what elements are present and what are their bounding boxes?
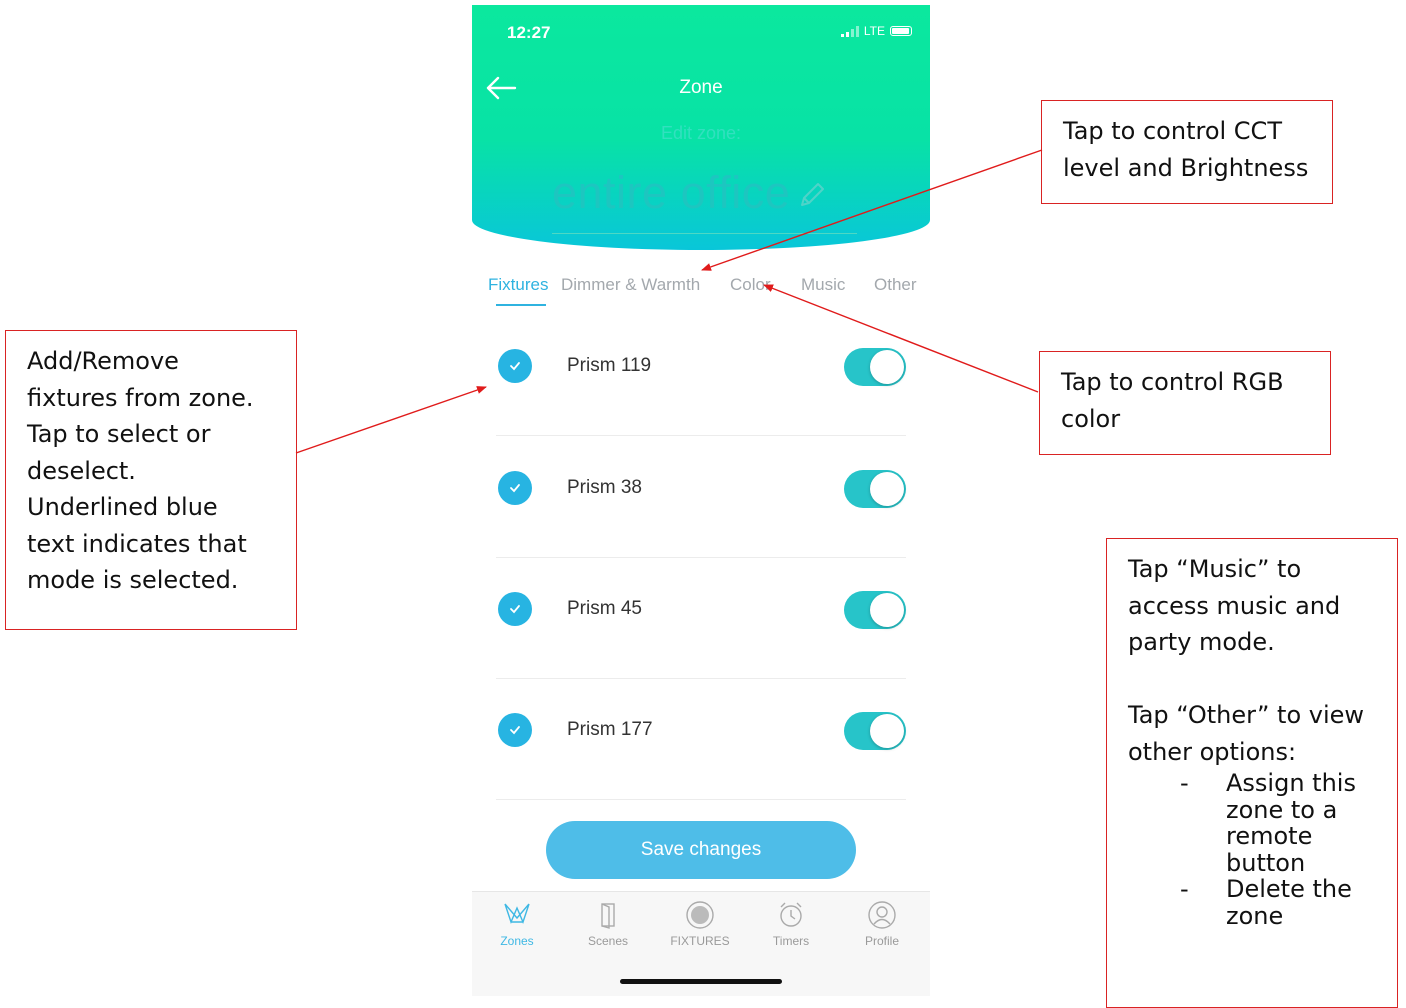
checkmark-icon <box>510 484 520 493</box>
network-type: LTE <box>863 24 885 38</box>
status-indicators: LTE <box>840 24 912 38</box>
nav-item-scenes[interactable]: Scenes <box>568 900 648 948</box>
zone-name-field[interactable]: entire office <box>552 167 852 219</box>
callout-fixtures-help: Add/Remove fixtures from zone. Tap to se… <box>5 330 297 630</box>
callout-line: level and Brightness <box>1063 153 1309 182</box>
zone-name[interactable]: entire office <box>552 167 790 219</box>
callout-line: color <box>1061 404 1121 433</box>
door-icon <box>601 903 615 929</box>
row-divider <box>496 799 906 800</box>
fixture-toggle[interactable] <box>844 591 906 629</box>
nav-label: Timers <box>772 934 810 948</box>
active-tab-underline <box>496 304 546 306</box>
callout-cct: Tap to control CCT level and Brightness <box>1041 100 1333 204</box>
zones-icon <box>504 903 530 924</box>
tab-other[interactable]: Other <box>874 275 917 295</box>
fixture-disc-icon <box>686 901 714 929</box>
fixture-row: Prism 177 <box>496 679 906 800</box>
callout-line: Underlined blue <box>27 493 218 521</box>
fixture-name: Prism 177 <box>567 719 653 740</box>
mode-tabs: Fixtures Dimmer & Warmth Color Music Oth… <box>472 275 930 311</box>
alarm-clock-icon <box>780 902 802 927</box>
callout-line: Tap “Music” to <box>1128 555 1302 583</box>
nav-label: FIXTURES <box>670 934 730 948</box>
nav-label: Scenes <box>587 934 629 948</box>
option-bullet: Assign this zone to a remote button <box>1128 770 1397 876</box>
callout-line: party mode. <box>1128 628 1275 656</box>
fixture-name: Prism 119 <box>567 355 652 376</box>
nav-label: Profile <box>864 934 899 948</box>
fixture-checkbox[interactable] <box>498 713 532 747</box>
tab-fixtures[interactable]: Fixtures <box>488 275 548 295</box>
status-time: 12:27 <box>507 23 551 42</box>
home-indicator <box>620 979 782 984</box>
tab-dimmer-warmth[interactable]: Dimmer & Warmth <box>561 275 700 295</box>
fixture-row: Prism 38 <box>496 437 906 558</box>
fixture-checkbox[interactable] <box>498 349 532 383</box>
phone-screen: 12:27 LTE Zone Edit zone: entire office … <box>472 5 930 996</box>
row-divider <box>496 435 906 436</box>
fixture-checkbox[interactable] <box>498 592 532 626</box>
checkmark-icon <box>510 605 520 614</box>
callout-line: Tap to select or <box>27 420 211 448</box>
fixture-toggle[interactable] <box>844 348 906 386</box>
fixture-row: Prism 119 <box>496 315 906 436</box>
callout-line: Tap to control RGB <box>1061 368 1284 396</box>
fixture-name: Prism 45 <box>567 598 642 619</box>
callout-line: Tap to control CCT <box>1063 117 1282 145</box>
option-bullet: Delete the zone <box>1128 876 1397 929</box>
fixture-name: Prism 38 <box>567 477 642 498</box>
save-changes-button[interactable]: Save changes <box>546 821 856 879</box>
toggle-knob <box>870 350 904 384</box>
nav-item-timers[interactable]: Timers <box>751 900 831 948</box>
profile-icon <box>868 901 896 929</box>
signal-icon <box>840 25 859 37</box>
callout-line: access music and <box>1128 591 1341 620</box>
fixture-checkbox[interactable] <box>498 471 532 505</box>
fixture-toggle[interactable] <box>844 470 906 508</box>
tab-color[interactable]: Color <box>730 275 771 295</box>
battery-icon <box>890 26 912 36</box>
callout-line: fixtures from zone. <box>27 383 254 412</box>
edit-zone-label: Edit zone: <box>660 123 742 143</box>
callout-music-other: Tap “Music” to access music and party mo… <box>1106 538 1398 1008</box>
callout-line: deselect. <box>27 456 136 485</box>
nav-item-zones[interactable]: Zones <box>477 900 557 948</box>
callout-line: Tap “Other” to view <box>1128 701 1365 729</box>
nav-item-fixtures[interactable]: FIXTURES <box>660 900 740 948</box>
callout-line: other options: <box>1128 737 1297 766</box>
callout-rgb: Tap to control RGB color <box>1039 351 1331 455</box>
fixture-row: Prism 45 <box>496 558 906 679</box>
tab-music[interactable]: Music <box>801 275 845 295</box>
fixture-toggle[interactable] <box>844 712 906 750</box>
arrow-fixtures <box>295 386 487 454</box>
checkmark-icon <box>510 362 520 371</box>
toggle-knob <box>870 714 904 748</box>
zone-header: 12:27 LTE Zone Edit zone: entire office <box>472 5 930 250</box>
toggle-knob <box>870 472 904 506</box>
page-title: Zone <box>679 77 723 98</box>
callout-line: text indicates that <box>27 529 247 558</box>
checkmark-icon <box>510 726 520 735</box>
callout-spacer <box>1128 661 1397 698</box>
pencil-icon[interactable] <box>796 179 828 211</box>
callout-line: Add/Remove <box>27 347 179 375</box>
nav-label: Zones <box>500 934 534 948</box>
options-list: Assign this zone to a remote button Dele… <box>1128 770 1397 929</box>
callout-line: mode is selected. <box>27 566 239 594</box>
nav-item-profile[interactable]: Profile <box>842 900 922 948</box>
zone-name-underline <box>552 233 857 234</box>
toggle-knob <box>870 593 904 627</box>
